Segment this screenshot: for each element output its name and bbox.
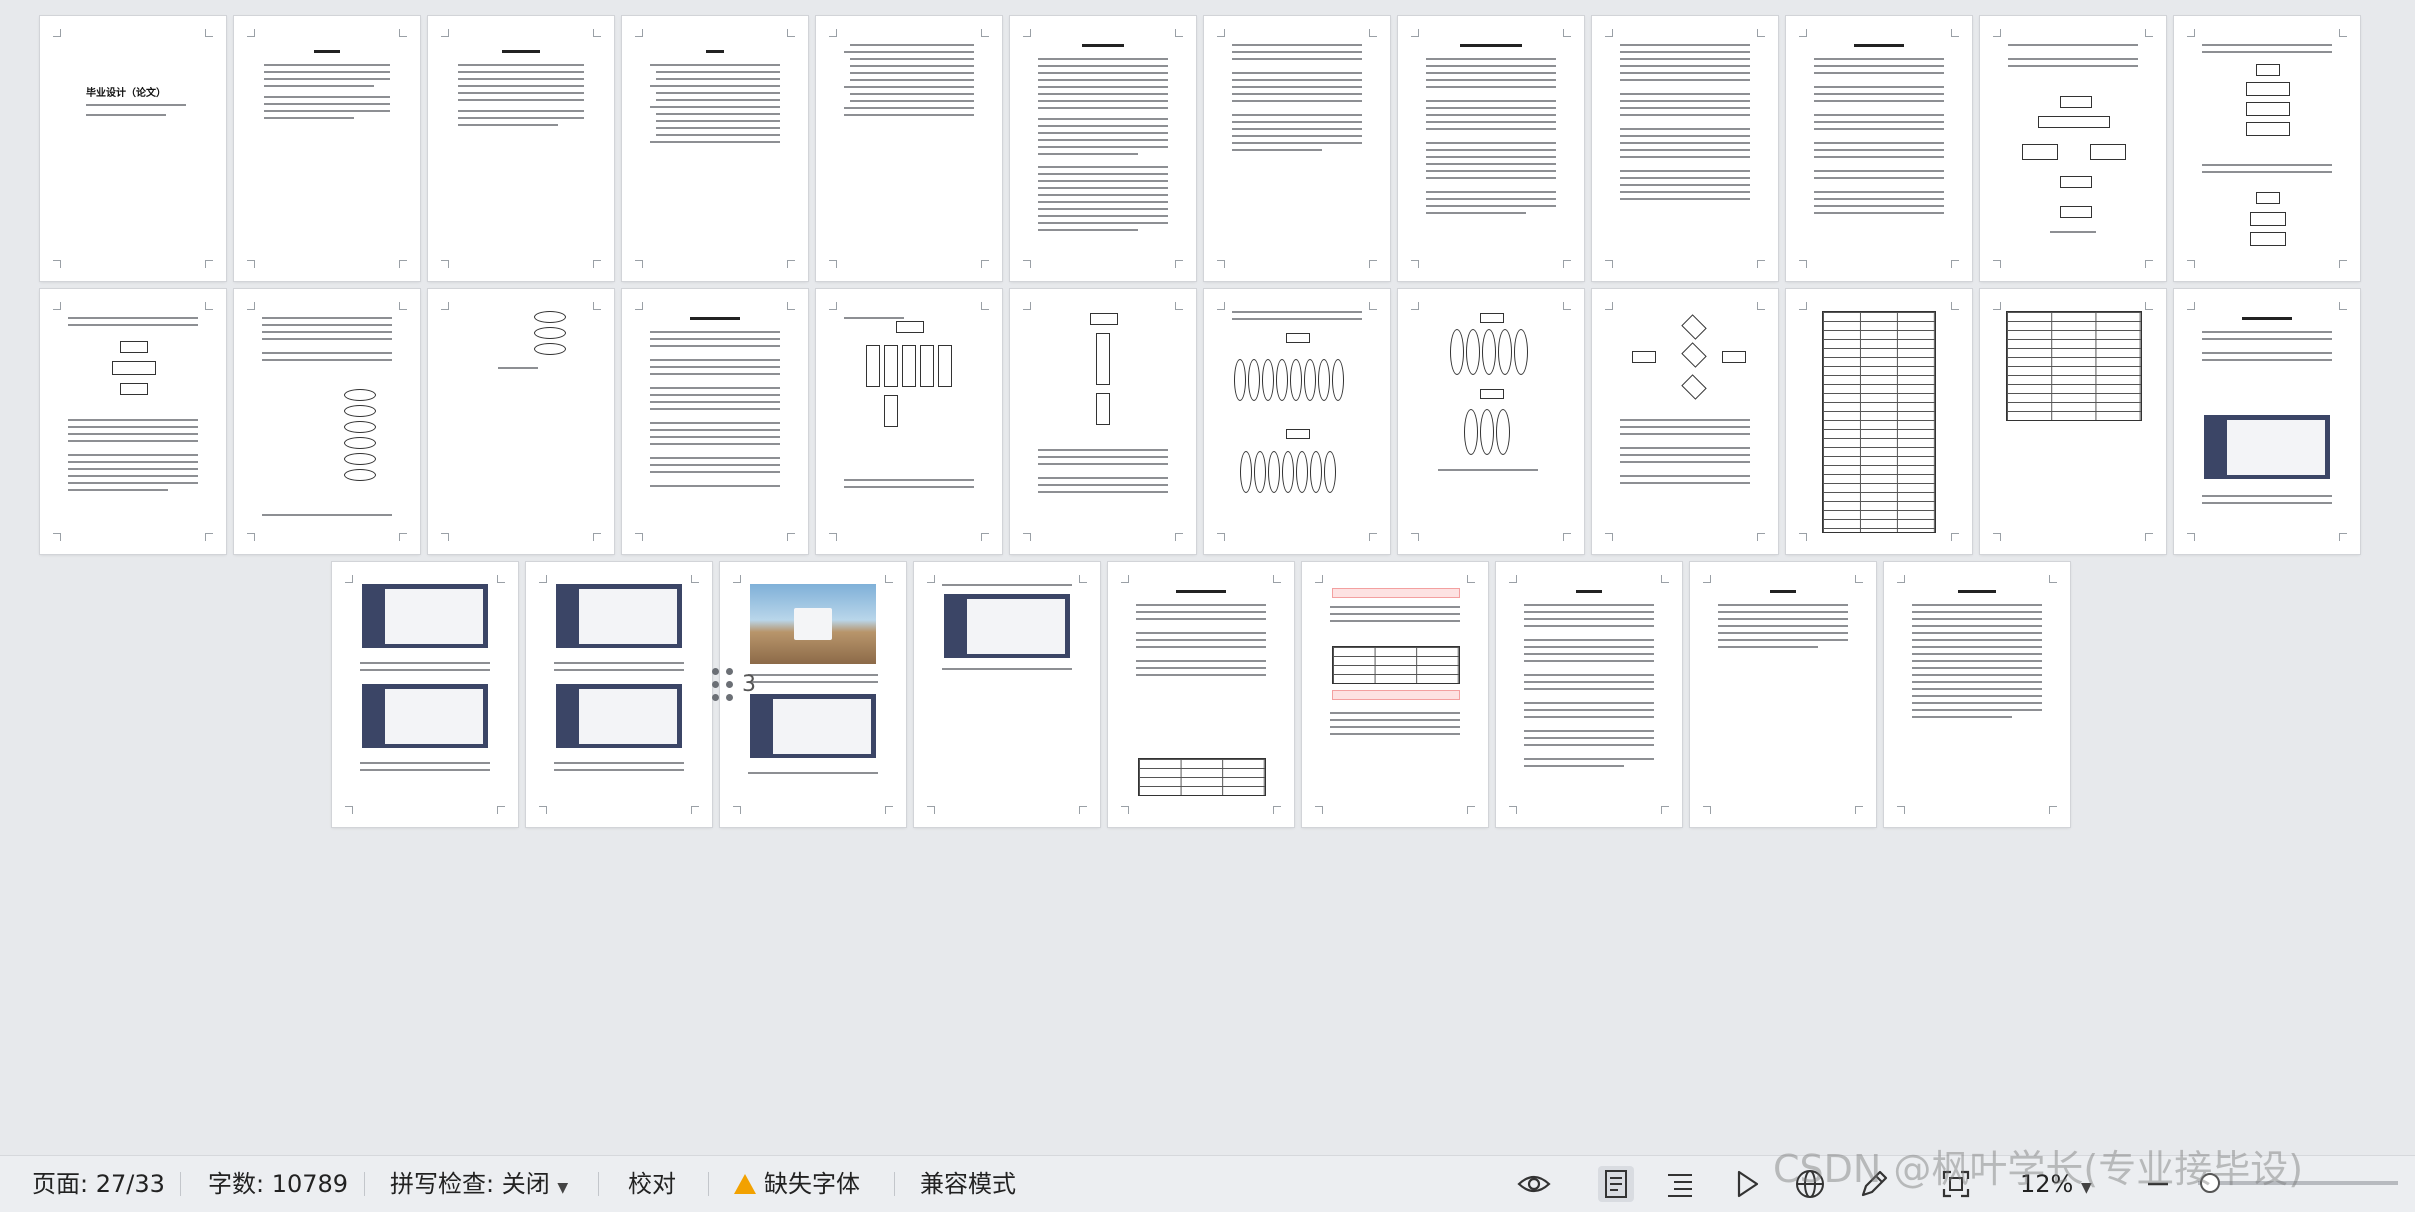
document-page[interactable]: [914, 562, 1100, 827]
document-page[interactable]: [1884, 562, 2070, 827]
drag-handle-icon[interactable]: [712, 668, 738, 702]
proofread-button[interactable]: 校对: [628, 1168, 676, 1200]
document-page[interactable]: [1010, 289, 1196, 554]
chevron-down-icon: ▼: [557, 1180, 569, 1196]
cover-title: 毕业设计（论文）: [86, 88, 166, 99]
document-page[interactable]: [2174, 289, 2360, 554]
document-page[interactable]: [1592, 16, 1778, 281]
document-page[interactable]: [40, 289, 226, 554]
word-count[interactable]: 字数: 10789: [208, 1168, 348, 1200]
spell-check-label: 拼写检查: 关闭: [390, 1170, 550, 1198]
document-page[interactable]: [428, 289, 614, 554]
document-page[interactable]: [1108, 562, 1294, 827]
document-page[interactable]: [526, 562, 712, 827]
watermark: CSDN @枫叶学长(专业接毕设): [1773, 1147, 2304, 1191]
document-page[interactable]: [1398, 16, 1584, 281]
document-page[interactable]: [332, 562, 518, 827]
warning-icon: [734, 1174, 756, 1194]
document-page[interactable]: [622, 289, 808, 554]
document-page[interactable]: [1690, 562, 1876, 827]
spell-check-toggle[interactable]: 拼写检查: 关闭 ▼: [390, 1168, 568, 1200]
document-page[interactable]: [1496, 562, 1682, 827]
document-page-grid[interactable]: 毕业设计（论文） 3: [0, 0, 2415, 1155]
document-page[interactable]: [1302, 562, 1488, 827]
document-page[interactable]: [1786, 16, 1972, 281]
document-page[interactable]: [2174, 16, 2360, 281]
document-page[interactable]: [622, 16, 808, 281]
document-page[interactable]: [1204, 16, 1390, 281]
eye-icon[interactable]: [1516, 1166, 1552, 1202]
page-indicator[interactable]: 页面: 27/33: [32, 1168, 165, 1200]
missing-fonts-label: 缺失字体: [764, 1170, 860, 1198]
document-page[interactable]: [234, 16, 420, 281]
document-page[interactable]: [428, 16, 614, 281]
drag-page-number: 3: [742, 672, 756, 697]
missing-fonts-button[interactable]: 缺失字体: [734, 1168, 860, 1200]
document-page[interactable]: [234, 289, 420, 554]
document-page[interactable]: [1786, 289, 1972, 554]
document-page[interactable]: [1980, 289, 2166, 554]
compat-mode-label: 兼容模式: [920, 1170, 1016, 1198]
page-view-icon[interactable]: [1598, 1166, 1634, 1202]
document-page[interactable]: [1398, 289, 1584, 554]
document-page[interactable]: 毕业设计（论文）: [40, 16, 226, 281]
outline-view-icon[interactable]: [1662, 1166, 1698, 1202]
document-page[interactable]: [1592, 289, 1778, 554]
play-icon[interactable]: [1728, 1166, 1764, 1202]
document-page[interactable]: [816, 289, 1002, 554]
document-page[interactable]: [1980, 16, 2166, 281]
document-page[interactable]: [816, 16, 1002, 281]
document-page[interactable]: [1010, 16, 1196, 281]
document-page[interactable]: [1204, 289, 1390, 554]
